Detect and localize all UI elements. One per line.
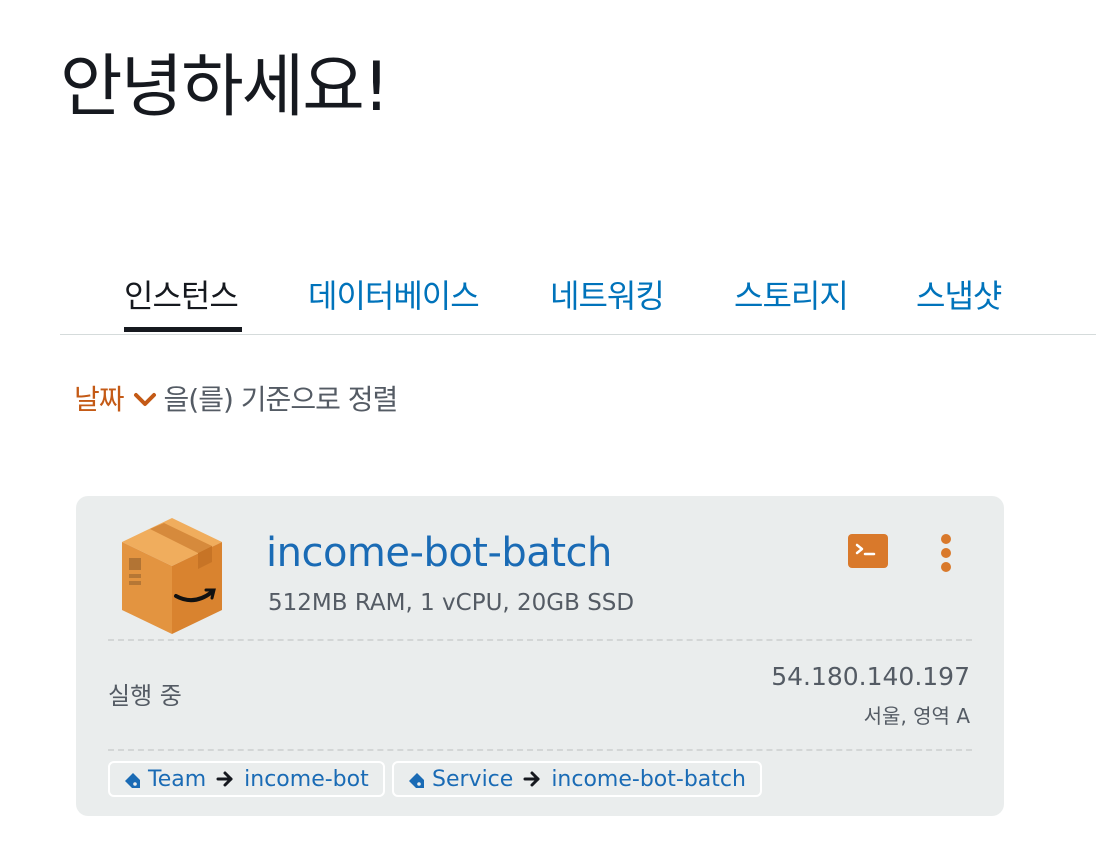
chevron-down-icon[interactable] — [132, 387, 158, 413]
instance-ip-address: 54.180.140.197 — [771, 662, 970, 691]
sort-key-dropdown[interactable]: 날짜 — [74, 380, 125, 420]
tag-team[interactable]: Team income-bot — [108, 761, 385, 797]
active-tab-indicator — [124, 327, 242, 332]
instance-name-link[interactable]: income-bot-batch — [266, 526, 612, 580]
tab-databases[interactable]: 데이터베이스 — [308, 276, 480, 316]
tag-key: Service — [432, 766, 514, 792]
arrow-right-icon — [523, 771, 540, 787]
more-actions-icon[interactable] — [938, 534, 954, 572]
tag-service[interactable]: Service income-bot-batch — [392, 761, 762, 797]
connect-ssh-button[interactable] — [848, 534, 888, 568]
tag-icon — [409, 773, 424, 788]
resource-tabs: 인스턴스 데이터베이스 네트워킹 스토리지 스냅샷 — [60, 262, 1096, 335]
instance-spec: 512MB RAM, 1 vCPU, 20GB SSD — [268, 590, 635, 616]
terminal-icon — [855, 543, 876, 556]
tab-storage[interactable]: 스토리지 — [734, 276, 849, 316]
tab-instances[interactable]: 인스턴스 — [124, 276, 239, 316]
sort-control: 날짜 을(를) 기준으로 정렬 — [74, 380, 399, 420]
tag-value: income-bot-batch — [551, 766, 746, 792]
divider — [108, 639, 972, 641]
instance-card: income-bot-batch 512MB RAM, 1 vCPU, 20GB… — [76, 496, 1004, 816]
tab-networking[interactable]: 네트워킹 — [550, 276, 665, 316]
divider — [108, 749, 972, 751]
package-box-icon — [122, 518, 222, 634]
page-title: 안녕하세요! — [60, 48, 390, 127]
instance-region: 서울, 영역 A — [863, 704, 970, 728]
tab-snapshots[interactable]: 스냅샷 — [916, 276, 1002, 316]
tag-icon — [125, 773, 140, 788]
tag-key: Team — [148, 766, 207, 792]
arrow-right-icon — [216, 771, 233, 787]
tag-value: income-bot — [244, 766, 369, 792]
instance-status: 실행 중 — [108, 682, 182, 710]
sort-label: 을(를) 기준으로 정렬 — [163, 383, 399, 416]
page: 안녕하세요! 인스턴스 데이터베이스 네트워킹 스토리지 스냅샷 날짜 을(를)… — [0, 0, 1096, 860]
